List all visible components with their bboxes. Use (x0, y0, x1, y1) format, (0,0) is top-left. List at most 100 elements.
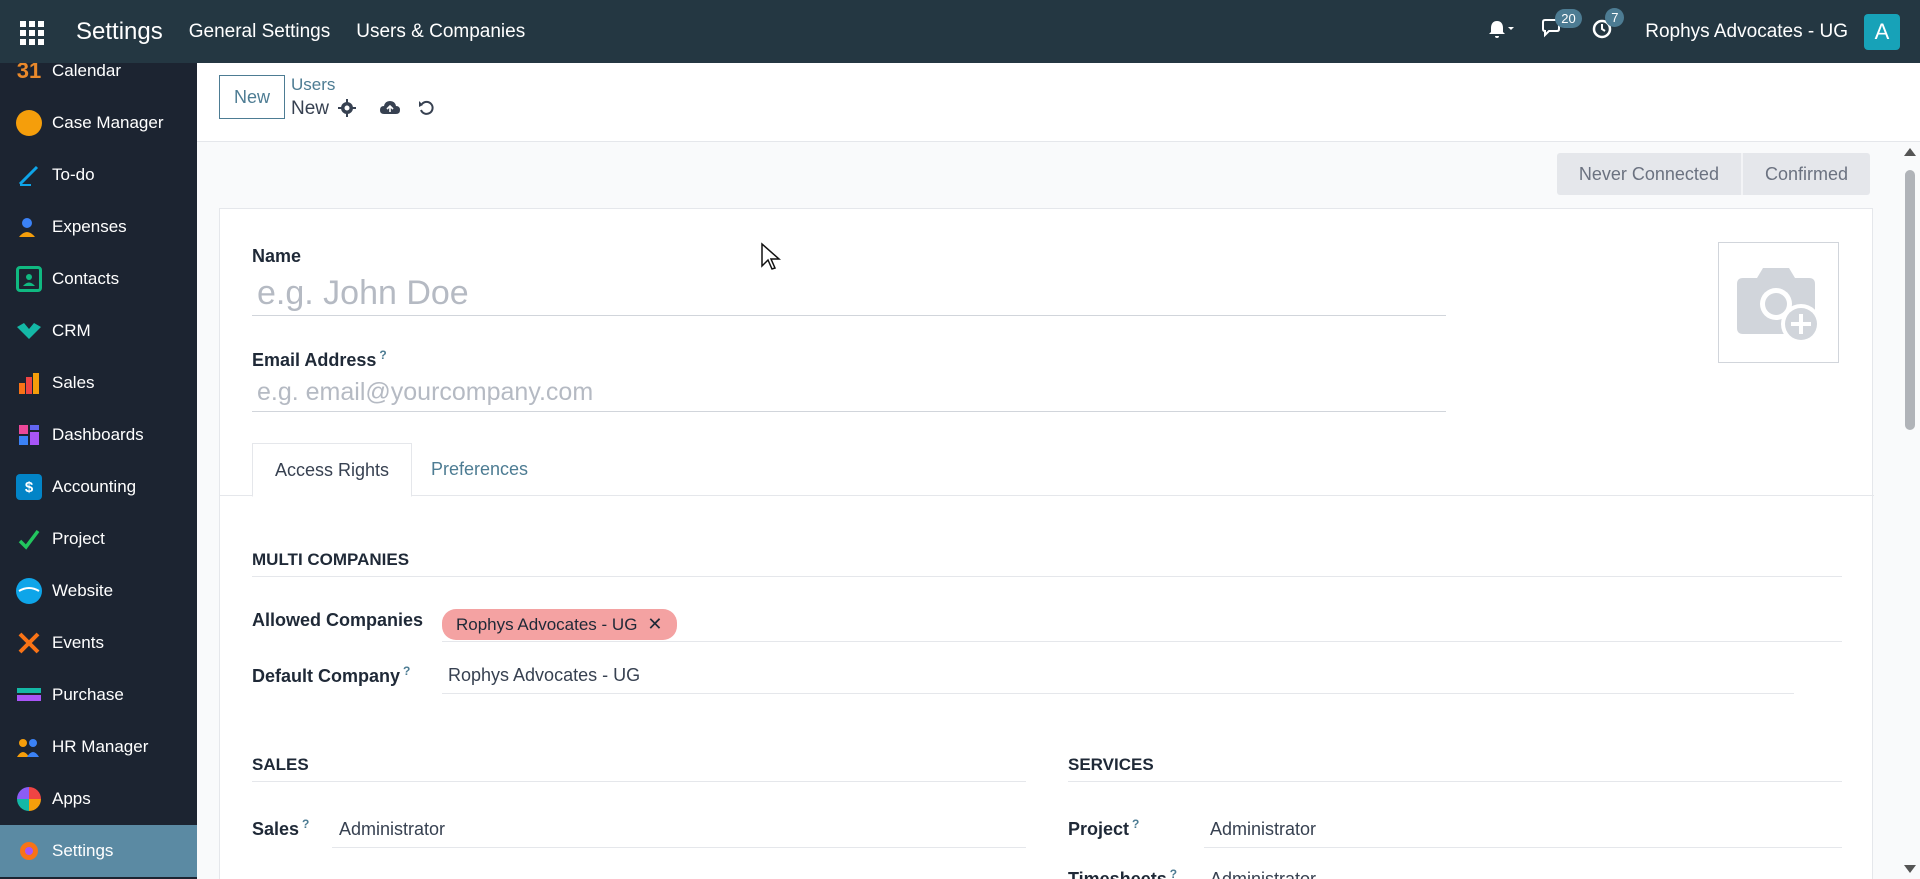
todo-icon (16, 162, 42, 188)
sales-section-heading: SALES (252, 755, 1026, 782)
crm-icon (16, 318, 42, 344)
avatar-upload[interactable] (1718, 242, 1839, 363)
services-section-heading: SERVICES (1068, 755, 1842, 782)
sidebar-item-label: Expenses (52, 217, 127, 236)
timesheets-access-value[interactable]: Administrator (1210, 869, 1316, 879)
case-manager-icon (16, 110, 42, 136)
top-navbar: Settings General Settings Users & Compan… (0, 0, 1920, 63)
sidebar-item-sales[interactable]: Sales (0, 357, 197, 409)
sales-help-mark[interactable]: ? (302, 817, 309, 831)
hr-manager-icon (16, 734, 42, 760)
dashboards-icon (16, 422, 42, 448)
scroll-down-arrow-icon[interactable] (1904, 865, 1916, 873)
sidebar-item-website[interactable]: Website (0, 565, 197, 617)
sidebar-item-contacts[interactable]: Contacts (0, 253, 197, 305)
sidebar-item-label: Website (52, 581, 114, 600)
name-label: Name (252, 246, 302, 266)
sidebar-item-dashboards[interactable]: Dashboards (0, 409, 197, 461)
camera-plus-icon (1736, 267, 1821, 344)
messages-count-badge: 20 (1555, 8, 1582, 28)
messages-icon[interactable]: 20 (1541, 8, 1582, 45)
remove-tag-icon[interactable]: ✕ (647, 614, 662, 635)
sidebar-item-label: Apps (52, 789, 91, 808)
new-button[interactable]: New (219, 75, 285, 119)
scrollbar[interactable] (1900, 142, 1920, 879)
events-icon (16, 630, 42, 656)
sidebar-item-expenses[interactable]: Expenses (0, 201, 197, 253)
sidebar-item-label: HR Manager (52, 737, 149, 756)
app-menu-icon[interactable] (20, 20, 46, 45)
timesheets-help-mark[interactable]: ? (1170, 867, 1177, 879)
project-help-mark[interactable]: ? (1132, 817, 1139, 831)
status-bar: Never Connected Confirmed (1556, 153, 1870, 195)
sidebar-item-label: Calendar (52, 63, 121, 80)
sidebar-item-hr-manager[interactable]: HR Manager (0, 721, 197, 773)
email-label-text: Email Address (252, 350, 377, 370)
sidebar-item-case-manager[interactable]: Case Manager (0, 97, 197, 149)
sidebar-item-accounting[interactable]: $ Accounting (0, 461, 197, 513)
project-access-value[interactable]: Administrator (1210, 819, 1316, 840)
default-company-value[interactable]: Rophys Advocates - UG (448, 665, 640, 686)
bell-icon[interactable] (1487, 19, 1515, 45)
purchase-icon (16, 682, 42, 708)
sidebar-item-apps[interactable]: Apps (0, 773, 197, 825)
sidebar-item-label: Accounting (52, 477, 137, 496)
save-cloud-icon[interactable] (379, 99, 401, 122)
scroll-thumb[interactable] (1905, 170, 1915, 430)
scroll-up-arrow-icon[interactable] (1904, 148, 1916, 156)
sidebar-item-label: Dashboards (52, 425, 144, 444)
sales-access-field[interactable] (332, 847, 1026, 848)
form-tabs: Access Rights Preferences (220, 443, 1874, 497)
calendar-icon: 31 (16, 63, 42, 83)
default-company-field[interactable] (442, 693, 1794, 694)
app-title[interactable]: Settings (76, 18, 163, 46)
sales-icon (16, 370, 42, 396)
breadcrumb-current: New (291, 98, 330, 119)
activities-count-badge: 7 (1605, 7, 1625, 27)
accounting-icon: $ (16, 474, 42, 500)
discard-icon[interactable] (418, 99, 436, 122)
stage-confirmed[interactable]: Confirmed (1740, 153, 1870, 195)
sidebar-item-label: CRM (52, 321, 91, 340)
activities-icon[interactable]: 7 (1591, 7, 1625, 46)
sidebar-item-label: Contacts (52, 269, 120, 288)
sidebar-item-label: Settings (52, 841, 114, 860)
gear-icon[interactable] (338, 99, 356, 122)
default-company-label-text: Default Company (252, 666, 401, 686)
form-sheet: Name Email Address? Access Rights Prefer… (219, 208, 1874, 879)
form-view: Never Connected Confirmed Name Email Add… (197, 142, 1900, 879)
breadcrumb-users[interactable]: Users (291, 75, 335, 95)
sidebar-item-todo[interactable]: To-do (0, 149, 197, 201)
sidebar-item-label: To-do (52, 165, 95, 184)
contacts-icon (16, 266, 42, 292)
sidebar-item-settings[interactable]: Settings (0, 825, 197, 877)
tab-preferences[interactable]: Preferences (409, 443, 550, 496)
sidebar-item-events[interactable]: Events (0, 617, 197, 669)
allowed-companies-field[interactable] (442, 641, 1842, 642)
email-input[interactable] (252, 374, 1446, 412)
timesheets-label: Timesheets? (1068, 867, 1177, 879)
tab-access-rights[interactable]: Access Rights (252, 443, 413, 497)
name-input[interactable] (252, 271, 1446, 316)
sales-access-value[interactable]: Administrator (339, 819, 445, 840)
mouse-cursor-icon (760, 242, 782, 277)
sidebar-item-label: Sales (52, 373, 95, 392)
allowed-company-tag: Rophys Advocates - UG ✕ (442, 609, 677, 640)
expenses-icon (16, 214, 42, 240)
menu-users-companies[interactable]: Users & Companies (356, 21, 525, 43)
project-access-field[interactable] (1204, 847, 1842, 848)
user-avatar[interactable]: A (1864, 13, 1900, 50)
menu-general-settings[interactable]: General Settings (189, 21, 331, 43)
sidebar-item-project[interactable]: Project (0, 513, 197, 565)
sidebar-item-calendar[interactable]: 31 Calendar (0, 63, 197, 97)
sidebar-item-label: Case Manager (52, 113, 164, 132)
apps-icon (16, 786, 42, 812)
email-help-mark[interactable]: ? (379, 348, 386, 362)
default-company-help-mark[interactable]: ? (403, 664, 410, 678)
sales-label: Sales? (252, 817, 309, 840)
company-switcher[interactable]: Rophys Advocates - UG (1645, 21, 1848, 43)
allowed-companies-label: Allowed Companies (252, 610, 424, 630)
sidebar-item-crm[interactable]: CRM (0, 305, 197, 357)
stage-never-connected[interactable]: Never Connected (1556, 153, 1741, 195)
sidebar-item-purchase[interactable]: Purchase (0, 669, 197, 721)
